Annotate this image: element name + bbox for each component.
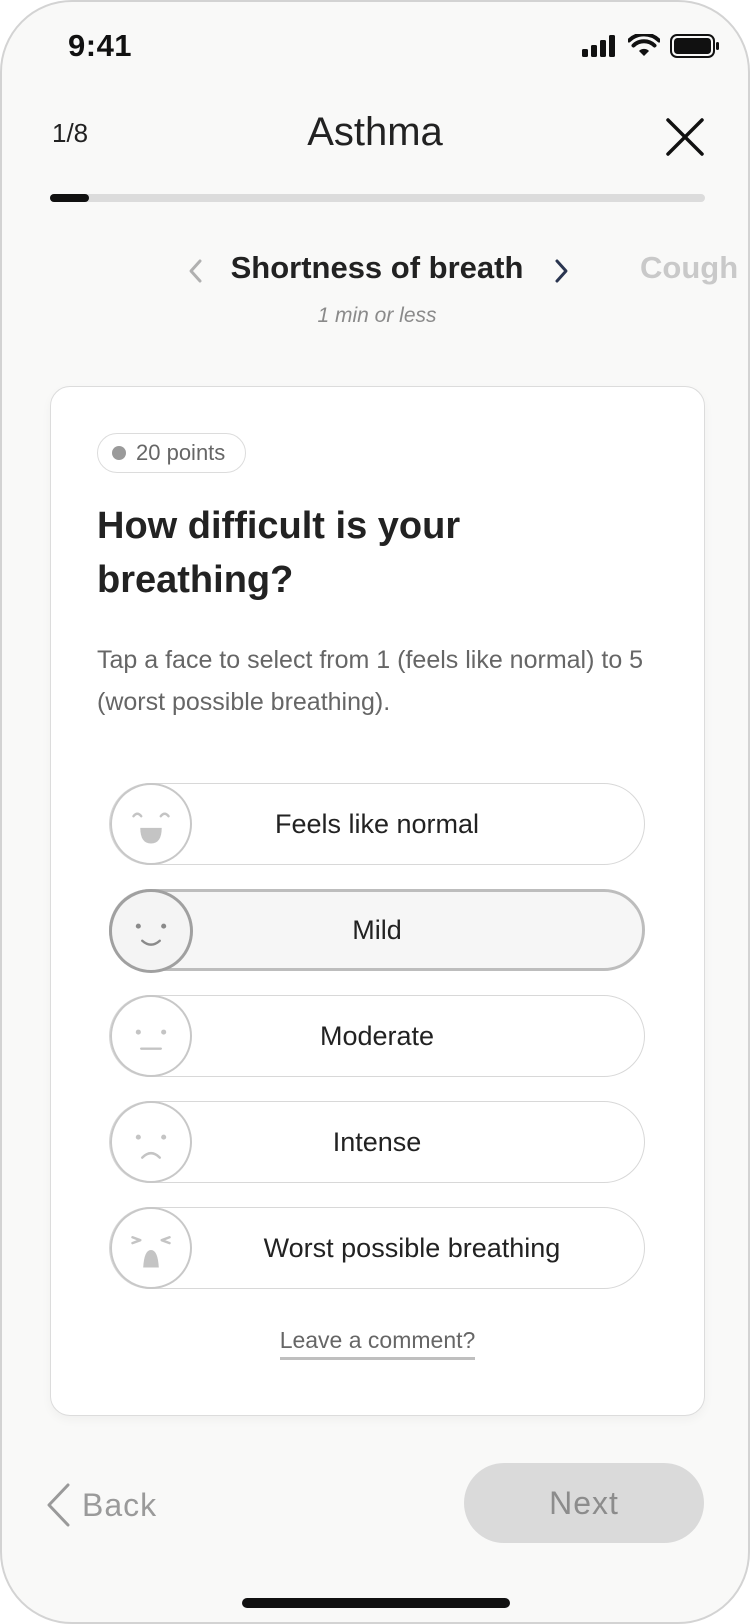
question-card: 20 points How difficult is your breathin… xyxy=(50,386,705,1416)
distressed-face-icon xyxy=(110,1207,192,1289)
option-moderate[interactable]: Moderate xyxy=(109,995,645,1077)
phone-screen: 9:41 1/8 Asthma Shortness of breath Coug… xyxy=(0,0,750,1624)
option-label: Moderate xyxy=(319,1020,435,1051)
leave-comment-link-container: Leave a comment? xyxy=(51,1327,704,1360)
progress-bar xyxy=(50,194,705,202)
slight-smile-face-icon xyxy=(109,889,193,973)
frown-face-icon xyxy=(110,1101,192,1183)
current-symptom-title: Shortness of breath xyxy=(230,250,524,285)
back-button[interactable]: Back xyxy=(46,1480,157,1530)
battery-icon xyxy=(670,34,719,58)
progress-bar-fill xyxy=(50,194,90,202)
smile-face-icon xyxy=(110,783,192,865)
question-instructions: Tap a face to select from 1 (feels like … xyxy=(97,646,644,716)
back-button-label: Back xyxy=(82,1486,158,1523)
option-feels-like-normal[interactable]: Feels like normal xyxy=(109,783,645,865)
symptom-duration: 1 min or less xyxy=(317,304,437,327)
points-label: 20 points xyxy=(136,440,226,465)
option-label: Feels like normal xyxy=(274,808,480,839)
next-symptom-title[interactable]: Cough xyxy=(640,250,738,286)
next-symptom-button[interactable] xyxy=(550,256,572,286)
cellular-signal-icon xyxy=(582,35,615,57)
chevron-left-icon xyxy=(47,1483,70,1527)
status-icons xyxy=(582,34,720,58)
points-dot-icon xyxy=(112,446,126,460)
next-button[interactable]: Next xyxy=(464,1463,704,1543)
option-label: Mild xyxy=(352,914,402,945)
option-intense[interactable]: Intense xyxy=(109,1101,645,1183)
severity-options: Feels like normal Mild Moderate Intense … xyxy=(109,783,645,1313)
question-title: How difficult is your breathing? xyxy=(97,505,461,601)
option-label: Intense xyxy=(332,1126,422,1157)
option-mild[interactable]: Mild xyxy=(109,889,645,973)
screen-title: Asthma xyxy=(307,110,443,154)
wifi-icon xyxy=(628,34,660,56)
close-button[interactable] xyxy=(660,112,710,162)
neutral-face-icon xyxy=(110,995,192,1077)
header: 1/8 Asthma xyxy=(2,102,748,182)
option-worst-possible-breathing[interactable]: Worst possible breathing xyxy=(109,1207,645,1289)
leave-comment-link[interactable]: Leave a comment? xyxy=(279,1327,476,1360)
option-label: Worst possible breathing xyxy=(263,1232,561,1263)
symptom-carousel: Shortness of breath Cough 1 min or less xyxy=(2,240,748,340)
home-indicator xyxy=(242,1598,510,1608)
close-icon xyxy=(666,118,704,156)
status-time: 9:41 xyxy=(68,28,133,63)
chevron-right-icon xyxy=(555,259,568,283)
points-badge: 20 points xyxy=(97,433,247,473)
status-bar: 9:41 xyxy=(2,2,748,92)
